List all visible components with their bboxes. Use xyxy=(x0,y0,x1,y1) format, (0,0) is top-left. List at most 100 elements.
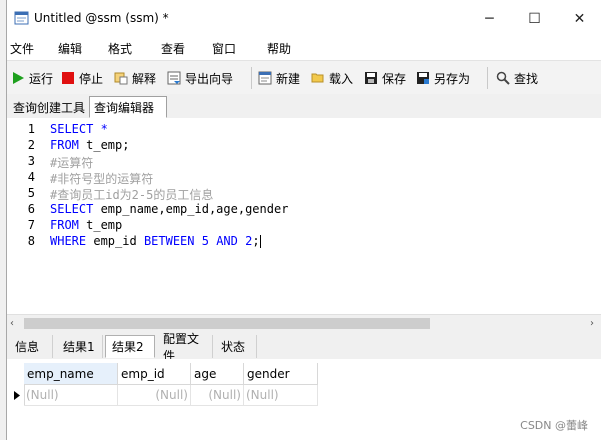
menu-file[interactable]: 文件 xyxy=(10,40,34,57)
tab-query-editor[interactable]: 查询编辑器 xyxy=(89,96,167,118)
code-token: #非符号型的运算符 xyxy=(50,172,154,186)
export-wizard-button[interactable]: 导出向导 xyxy=(167,68,233,88)
menu-edit[interactable]: 编辑 xyxy=(58,40,82,57)
code-token: FROM xyxy=(50,138,87,152)
code-line: #运算符 xyxy=(50,154,93,171)
tab-info[interactable]: 信息 xyxy=(9,335,53,358)
code-token: BETWEEN xyxy=(143,234,202,248)
save-as-icon xyxy=(417,72,429,84)
code-token: emp_name,emp_id,age,gender xyxy=(100,202,289,216)
code-token: SELECT xyxy=(50,202,101,216)
column-header-emp-id[interactable]: emp_id xyxy=(118,363,191,385)
save-button[interactable]: 保存 xyxy=(364,68,406,88)
table-cell[interactable]: (Null) xyxy=(24,385,118,406)
play-icon xyxy=(13,72,24,84)
stop-icon xyxy=(62,72,74,84)
current-row-arrow-icon xyxy=(14,391,20,400)
editor-horizontal-scrollbar[interactable]: ‹ › xyxy=(7,314,601,331)
explain-button[interactable]: 解释 xyxy=(114,68,156,88)
line-number-gutter: 1 2 3 4 5 6 7 8 xyxy=(7,118,41,314)
watermark: CSDN @蕾峰 xyxy=(520,419,588,432)
table-cell[interactable]: (Null) xyxy=(191,385,244,406)
run-label: 运行 xyxy=(29,71,54,86)
tab-profile[interactable]: 配置文件 xyxy=(157,332,213,363)
code-token: WHERE xyxy=(50,234,94,248)
minimize-button[interactable]: ─ xyxy=(467,0,512,38)
save-as-label: 另存为 xyxy=(434,71,471,86)
sql-editor[interactable]: 1 2 3 4 5 6 7 8 SELECT * FROM t_emp; #运算符 #… xyxy=(7,118,601,314)
export-wizard-label: 导出向导 xyxy=(185,71,234,86)
code-token: emp_id xyxy=(93,234,144,248)
line-number: 5 xyxy=(27,186,35,200)
folder-open-icon xyxy=(311,73,324,83)
line-number: 8 xyxy=(27,234,35,248)
code-line: SELECT emp_name,emp_id,age,gender xyxy=(50,202,288,216)
line-number: 4 xyxy=(27,170,35,184)
column-header-gender[interactable]: gender xyxy=(244,363,318,385)
scroll-left-arrow-icon[interactable]: ‹ xyxy=(10,318,14,329)
tab-query-builder[interactable]: 查询创建工具 xyxy=(9,96,89,118)
code-token: ; xyxy=(252,234,260,248)
code-token: t_emp xyxy=(86,218,123,232)
code-token: SELECT * xyxy=(50,122,108,136)
column-header-age[interactable]: age xyxy=(191,363,244,385)
tab-result-1[interactable]: 结果1 xyxy=(57,335,103,358)
stop-label: 停止 xyxy=(79,71,104,86)
save-icon xyxy=(365,72,377,84)
close-button[interactable]: ✕ xyxy=(557,0,601,38)
title-bar: Untitled @ssm (ssm) * ─ ☐ ✕ xyxy=(7,0,601,38)
export-icon xyxy=(167,71,181,85)
line-number: 7 xyxy=(27,218,35,232)
column-header-emp-name[interactable]: emp_name xyxy=(24,363,118,385)
menu-format[interactable]: 格式 xyxy=(108,40,132,57)
save-as-button[interactable]: 另存为 xyxy=(416,68,470,88)
text-cursor xyxy=(259,235,261,248)
code-line: WHERE emp_id BETWEEN 5 AND 2; xyxy=(50,234,261,248)
editor-tab-bar: 查询创建工具 查询编辑器 xyxy=(7,94,601,119)
menu-bar: 文件 编辑 格式 查看 窗口 帮助 xyxy=(7,38,601,60)
menu-window[interactable]: 窗口 xyxy=(212,40,236,57)
scrollbar-thumb[interactable] xyxy=(24,318,430,329)
code-line: SELECT * xyxy=(50,122,108,136)
maximize-button[interactable]: ☐ xyxy=(512,0,557,38)
load-label: 载入 xyxy=(329,71,354,86)
result-grid: emp_name emp_id age gender (Null) (Null)… xyxy=(7,359,601,440)
save-label: 保存 xyxy=(382,71,407,86)
line-number: 3 xyxy=(27,154,35,168)
new-button[interactable]: 新建 xyxy=(258,68,300,88)
code-token: FROM xyxy=(50,218,87,232)
find-label: 查找 xyxy=(514,71,539,86)
toolbar: 运行 停止 解释 导出向导 新建 载入 保存 另存为 查找 xyxy=(7,60,601,96)
table-cell[interactable]: (Null) xyxy=(118,385,191,406)
load-button[interactable]: 载入 xyxy=(311,68,353,88)
find-button[interactable]: 查找 xyxy=(496,68,538,88)
stop-button[interactable]: 停止 xyxy=(61,68,103,88)
code-token: 5 xyxy=(201,234,217,248)
menu-help[interactable]: 帮助 xyxy=(267,40,291,57)
new-label: 新建 xyxy=(276,71,301,86)
toolbar-separator xyxy=(251,67,252,89)
code-line: #非符号型的运算符 xyxy=(50,170,153,187)
line-number: 2 xyxy=(27,138,35,152)
code-token: AND xyxy=(216,234,246,248)
explain-icon xyxy=(114,72,128,85)
result-tab-bar: 信息 结果1 结果2 配置文件 状态 xyxy=(7,332,601,363)
search-icon xyxy=(496,71,510,85)
code-token: t_emp; xyxy=(86,138,130,152)
window-title: Untitled @ssm (ssm) * xyxy=(34,11,169,25)
code-line: FROM t_emp xyxy=(50,218,122,232)
new-query-icon xyxy=(258,71,272,85)
code-line: FROM t_emp; xyxy=(50,138,129,152)
navicat-query-window: Untitled @ssm (ssm) * ─ ☐ ✕ 文件 编辑 格式 查看 … xyxy=(6,0,601,440)
table-cell[interactable]: (Null) xyxy=(244,385,318,406)
query-window-icon xyxy=(14,11,29,25)
menu-view[interactable]: 查看 xyxy=(161,40,185,57)
tab-result-2[interactable]: 结果2 xyxy=(105,335,155,358)
scroll-right-arrow-icon[interactable]: › xyxy=(590,318,594,329)
code-token: #运算符 xyxy=(50,156,94,170)
run-button[interactable]: 运行 xyxy=(11,68,53,88)
toolbar-separator xyxy=(487,67,488,89)
code-line: #查询员工id为2-5的员工信息 xyxy=(50,186,213,203)
line-number: 1 xyxy=(27,122,35,136)
tab-status[interactable]: 状态 xyxy=(215,335,257,358)
